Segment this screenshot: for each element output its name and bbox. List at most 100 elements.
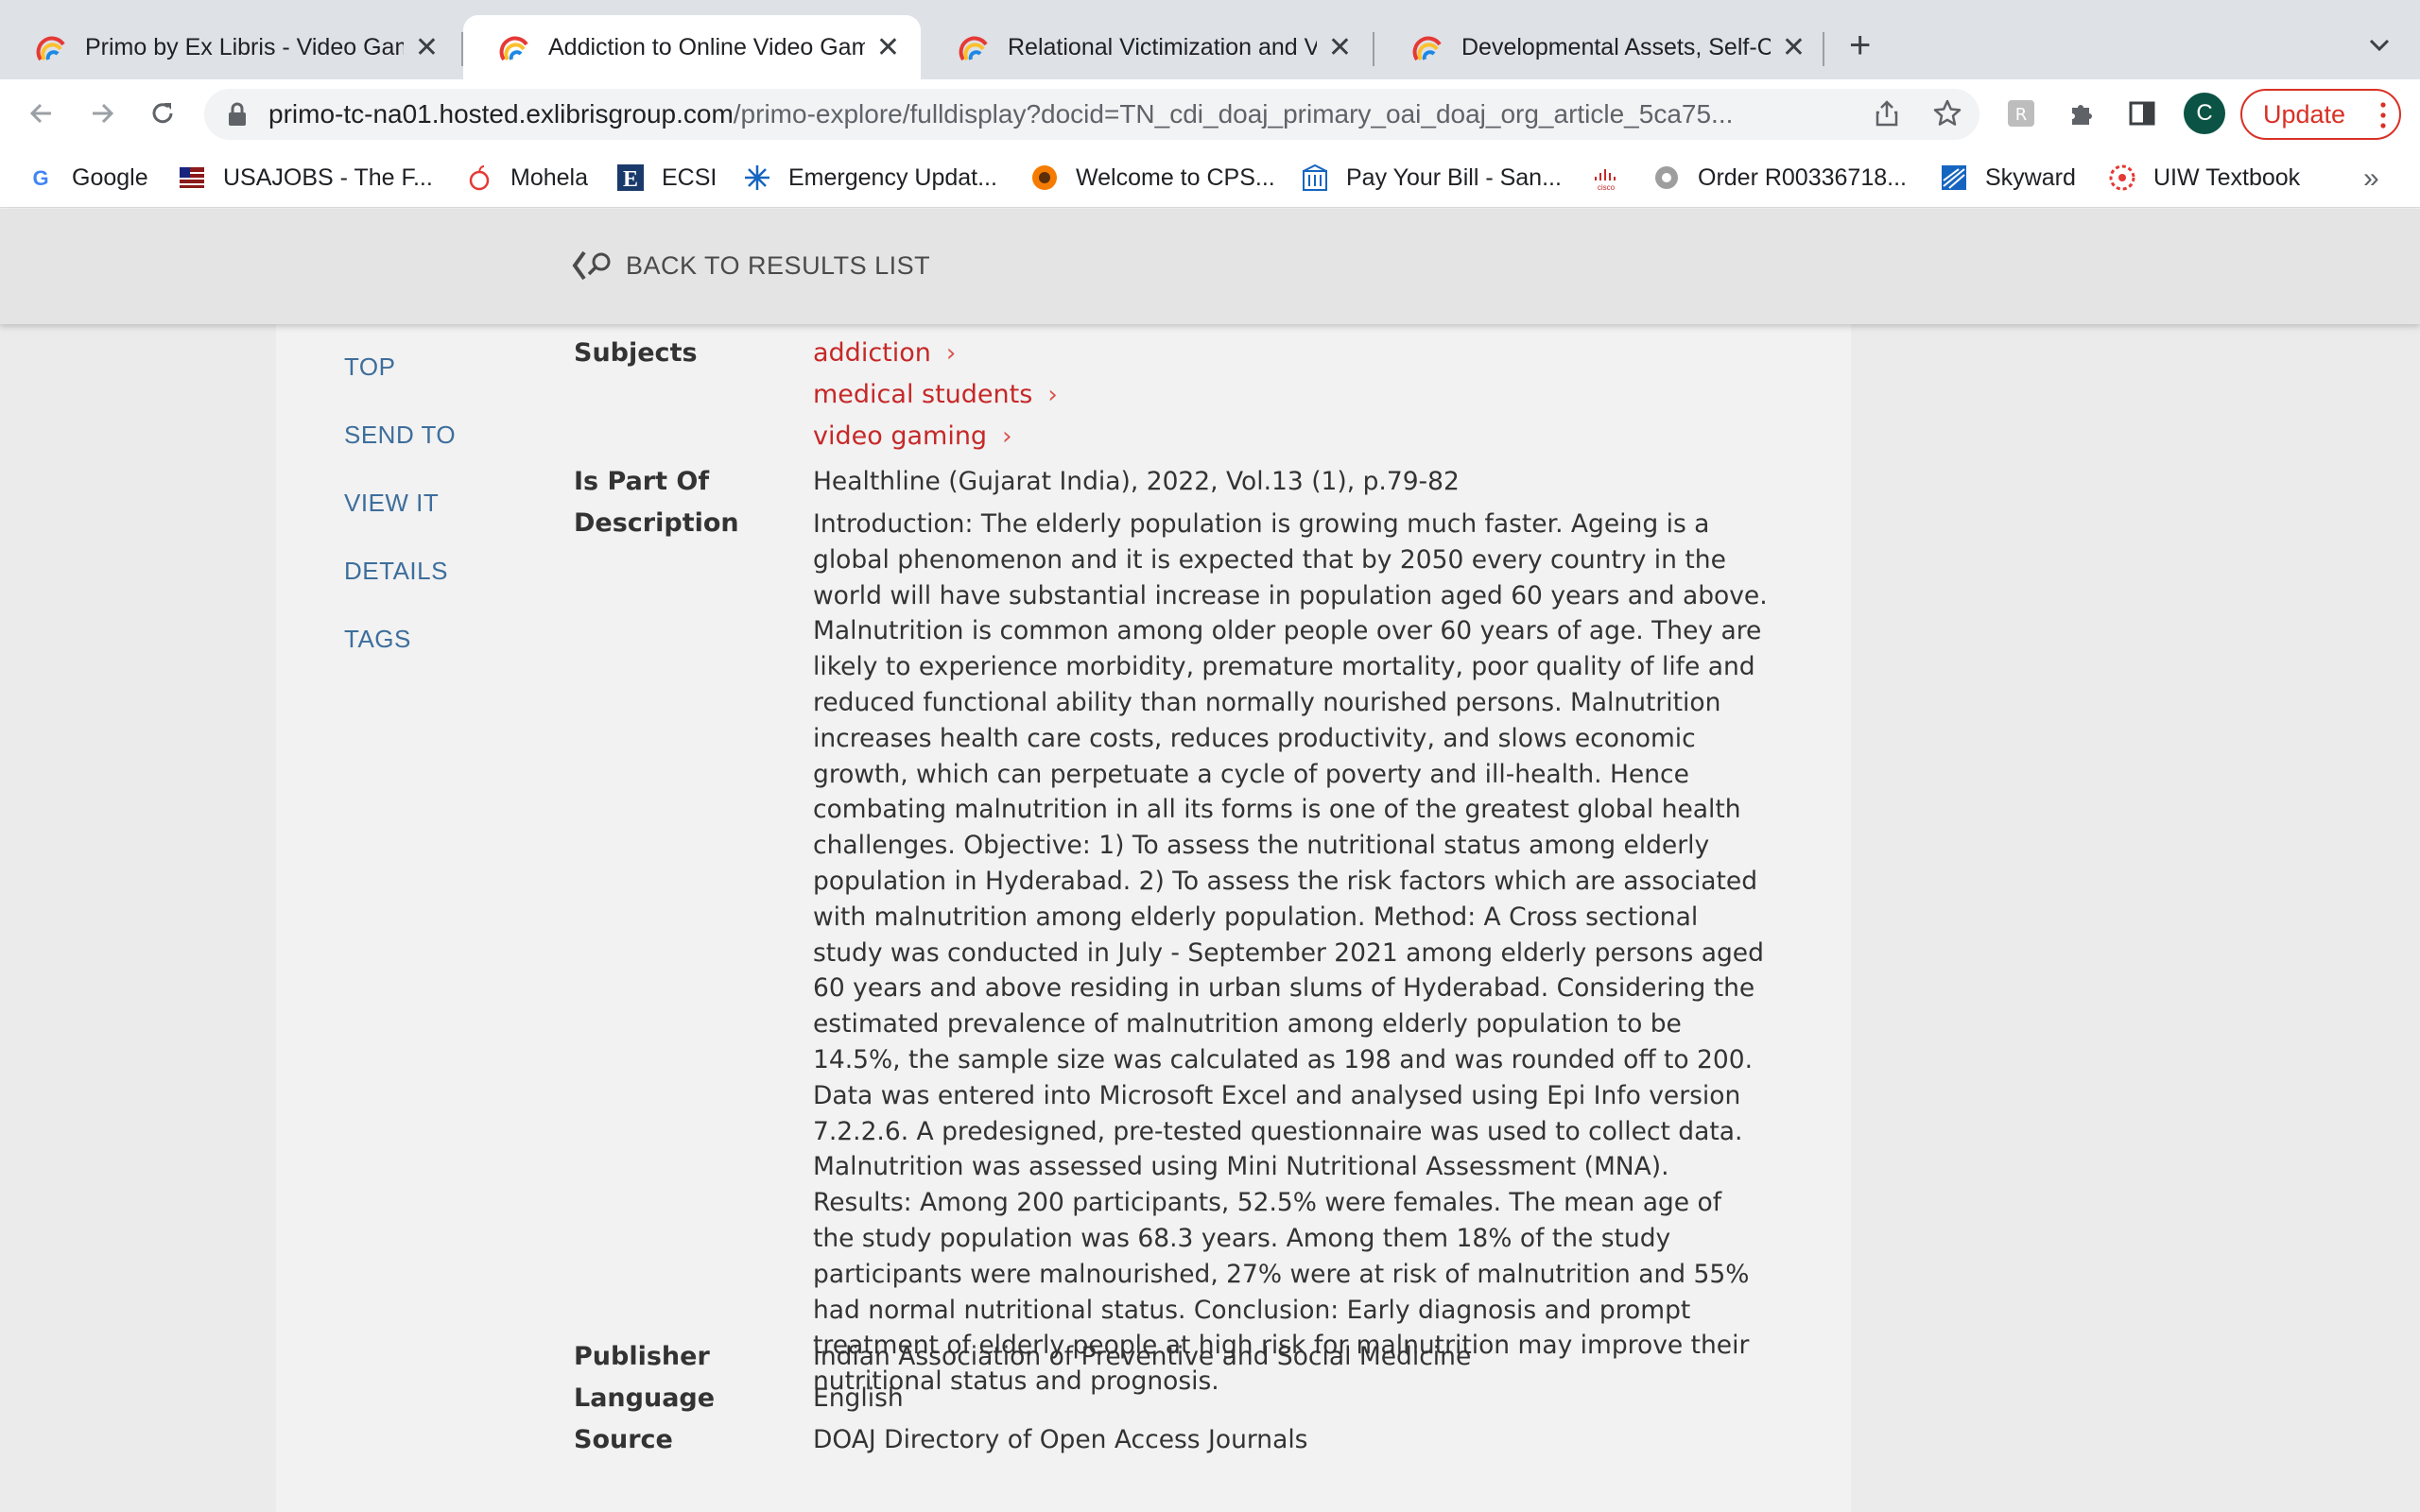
tab-title: Primo by Ex Libris - Video Gaming	[85, 33, 404, 60]
address-bar[interactable]: primo-tc-na01.hosted.exlibrisgroup.com/p…	[204, 89, 1979, 140]
nav-tags[interactable]: TAGS	[344, 620, 456, 688]
url-path: /primo-explore/fulldisplay?docid=TN_cdi_…	[733, 99, 1734, 129]
svg-text:E: E	[623, 167, 638, 192]
page-margin-left	[0, 324, 276, 1512]
back-button[interactable]	[19, 91, 64, 136]
canvas-logo-icon	[2108, 163, 2136, 192]
bookmark-label: Welcome to CPS...	[1076, 163, 1275, 191]
tab-developmental[interactable]: Developmental Assets, Self-Control ✕	[1376, 15, 1826, 79]
close-icon[interactable]: ✕	[1782, 31, 1806, 64]
more-vertical-icon	[2380, 102, 2386, 129]
lock-icon	[229, 102, 246, 126]
bookmark-star-button[interactable]	[1925, 91, 1970, 136]
tab-title: Addiction to Online Video Gaming	[548, 33, 865, 60]
svg-text:R: R	[2015, 105, 2028, 125]
primo-favicon-icon	[959, 36, 988, 61]
bookmark-label: UIW Textbook	[2153, 163, 2301, 191]
description-label: Description	[574, 508, 739, 538]
tab-divider	[1373, 32, 1374, 66]
tab-title: Relational Victimization and Video	[1008, 33, 1317, 60]
bookmark-label: Emergency Updat...	[788, 163, 997, 191]
new-tab-button[interactable]: +	[1849, 25, 1871, 66]
nav-details[interactable]: DETAILS	[344, 552, 456, 620]
update-button[interactable]: Update	[2240, 89, 2401, 140]
globe-icon	[1652, 163, 1681, 192]
bookmark-label: USAJOBS - The F...	[223, 163, 433, 191]
tab-relational[interactable]: Relational Victimization and Video ✕	[923, 15, 1373, 79]
results-header: BACK TO RESULTS LIST	[0, 209, 2420, 324]
page-margin-right	[1851, 324, 2420, 1512]
bookmark-label: ECSI	[662, 163, 717, 191]
subject-text: medical students	[813, 380, 1033, 409]
bookmark-label: Order R00336718...	[1698, 163, 1907, 191]
extension-button[interactable]: R	[2000, 93, 2042, 134]
chevron-right-icon: ›	[1002, 421, 1012, 451]
bookmark-mohela[interactable]: Mohela	[465, 161, 588, 195]
nav-top[interactable]: TOP	[344, 348, 456, 416]
bookmark-ecsi[interactable]: E ECSI	[616, 161, 717, 195]
update-label: Update	[2263, 99, 2346, 129]
bookmark-label: Google	[72, 163, 148, 191]
bookmark-cisco[interactable]: cisco	[1592, 161, 1637, 195]
bookmark-label: Skyward	[1985, 163, 2076, 191]
arrow-left-icon	[29, 103, 51, 124]
subject-text: addiction	[813, 338, 931, 368]
subject-link-medical-students[interactable]: medical students ›	[813, 380, 1058, 409]
back-to-results-label: BACK TO RESULTS LIST	[626, 250, 931, 280]
publisher-label: Publisher	[574, 1342, 710, 1371]
chevron-right-icon: ›	[945, 338, 957, 368]
extensions-menu-button[interactable]	[2061, 93, 2102, 134]
star-icon	[1933, 99, 1962, 126]
browser-toolbar: primo-tc-na01.hosted.exlibrisgroup.com/p…	[0, 79, 2420, 147]
source-label: Source	[574, 1425, 673, 1454]
side-panel-icon	[2129, 101, 2155, 126]
bookmarks-bar: G Google USAJOBS - The F... Mohela E ECS…	[0, 147, 2420, 208]
tab-addiction[interactable]: Addiction to Online Video Gaming ✕	[463, 15, 921, 79]
bookmark-usajobs[interactable]: USAJOBS - The F...	[178, 161, 433, 195]
reload-button[interactable]	[140, 91, 185, 136]
primo-favicon-icon	[499, 36, 528, 61]
primo-favicon-icon	[1412, 36, 1442, 61]
is-part-of-label: Is Part Of	[574, 467, 710, 496]
bookmark-uiw-textbook[interactable]: UIW Textbook	[2108, 161, 2300, 195]
bookmarks-overflow-button[interactable]: »	[2363, 163, 2379, 195]
bookmark-order[interactable]: Order R00336718...	[1652, 161, 1907, 195]
publisher-value: Indian Association of Preventive and Soc…	[813, 1342, 1472, 1371]
share-icon	[1876, 100, 1898, 127]
url-text: primo-tc-na01.hosted.exlibrisgroup.com/p…	[268, 99, 1828, 129]
cisco-logo-icon: cisco	[1592, 163, 1620, 192]
close-icon[interactable]: ✕	[876, 31, 900, 64]
share-button[interactable]	[1864, 91, 1910, 136]
tab-divider	[1823, 32, 1824, 66]
snowflake-icon	[743, 163, 771, 192]
bookmark-google[interactable]: G Google	[26, 161, 148, 195]
forward-button[interactable]	[79, 91, 125, 136]
tab-primo[interactable]: Primo by Ex Libris - Video Gaming ✕	[0, 15, 459, 79]
nav-view-it[interactable]: VIEW IT	[344, 484, 456, 552]
subject-link-addiction[interactable]: addiction ›	[813, 338, 956, 368]
sunflower-icon	[1030, 163, 1059, 192]
svg-text:cisco: cisco	[1598, 183, 1616, 192]
bookmark-cps[interactable]: Welcome to CPS...	[1030, 161, 1275, 195]
tab-search-chevron-icon[interactable]	[2363, 28, 2395, 60]
ecsi-logo-icon: E	[616, 163, 645, 192]
nav-send-to[interactable]: SEND TO	[344, 416, 456, 484]
bookmark-emergency[interactable]: Emergency Updat...	[743, 161, 997, 195]
tab-title: Developmental Assets, Self-Control	[1461, 33, 1771, 60]
reload-icon	[152, 103, 173, 124]
language-label: Language	[574, 1383, 716, 1413]
url-host: primo-tc-na01.hosted.exlibrisgroup.com	[268, 99, 734, 129]
close-icon[interactable]: ✕	[415, 31, 439, 64]
bookmark-skyward[interactable]: Skyward	[1940, 161, 2076, 195]
profile-avatar[interactable]: C	[2184, 93, 2225, 134]
back-to-results-link[interactable]: BACK TO RESULTS LIST	[571, 247, 930, 284]
language-value: English	[813, 1383, 904, 1413]
side-panel-button[interactable]	[2121, 93, 2163, 134]
subject-link-video-gaming[interactable]: video gaming ›	[813, 421, 1011, 451]
bookmark-pay-bill[interactable]: Pay Your Bill - San...	[1301, 161, 1562, 195]
source-value: DOAJ Directory of Open Access Journals	[813, 1425, 1308, 1454]
building-icon	[1301, 163, 1329, 192]
skyward-logo-icon	[1940, 163, 1968, 192]
svg-text:G: G	[32, 166, 48, 190]
close-icon[interactable]: ✕	[1328, 31, 1352, 64]
